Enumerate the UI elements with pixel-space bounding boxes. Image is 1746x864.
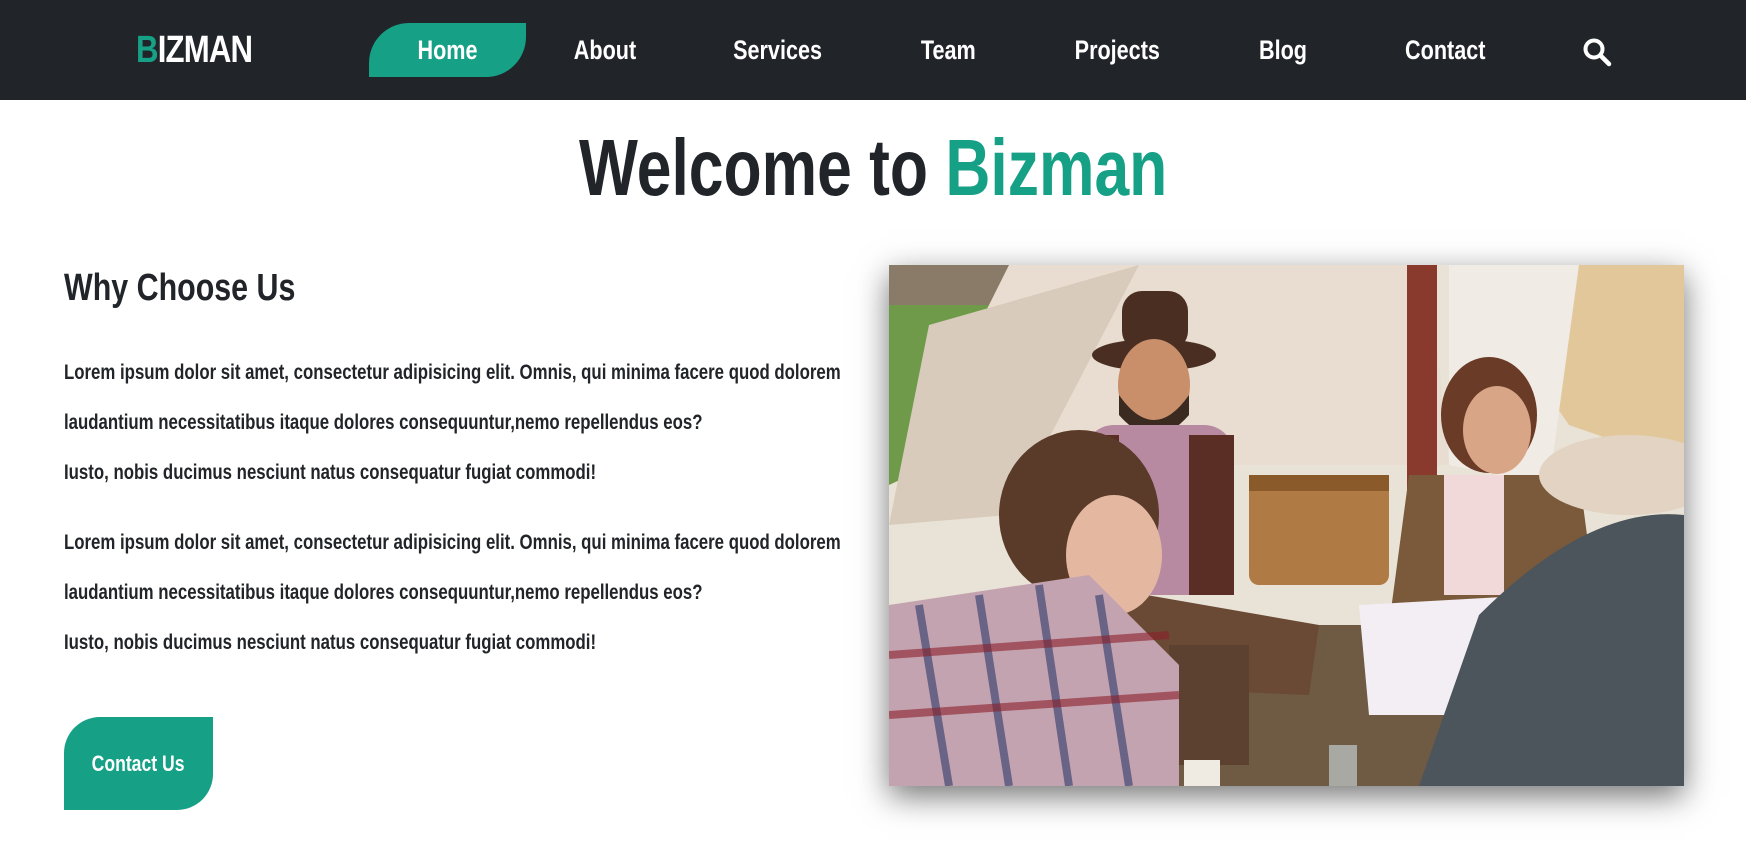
nav-projects[interactable]: Projects (1060, 23, 1174, 77)
search-icon[interactable] (1582, 37, 1612, 67)
contact-us-label: Contact Us (92, 750, 185, 776)
nav-about[interactable]: About (560, 23, 650, 77)
logo-accent-letter: B (136, 29, 159, 71)
paragraph-line: Lorem ipsum dolor sit amet, consectetur … (64, 361, 841, 384)
paragraph-line: Lorem ipsum dolor sit amet, consectetur … (64, 531, 841, 554)
contact-us-button[interactable]: Contact Us (64, 717, 213, 810)
nav-blog[interactable]: Blog (1250, 23, 1316, 77)
nav-services[interactable]: Services (720, 23, 836, 77)
nav-projects-label: Projects (1074, 34, 1160, 65)
photo-illustration (889, 265, 1684, 786)
nav-contact-label: Contact (1404, 34, 1486, 65)
nav-contact[interactable]: Contact (1395, 23, 1495, 77)
section-heading: Why Choose Us (64, 267, 296, 309)
paragraph-line: laudantium necessitatibus itaque dolores… (64, 411, 703, 434)
nav-team[interactable]: Team (910, 23, 986, 77)
page-title: Welcome to Bizman (0, 118, 1746, 218)
nav-about-label: About (573, 34, 637, 65)
nav-blog-label: Blog (1259, 34, 1307, 65)
nav-home[interactable]: Home (369, 23, 526, 77)
title-prefix: Welcome to (578, 123, 946, 212)
nav-team-label: Team (920, 34, 976, 65)
hero-photo (889, 265, 1684, 786)
paragraph-line: Iusto, nobis ducimus nesciunt natus cons… (64, 631, 597, 654)
nav-services-label: Services (733, 34, 823, 65)
paragraph-line: Iusto, nobis ducimus nesciunt natus cons… (64, 461, 597, 484)
paragraph: Lorem ipsum dolor sit amet, consectetur … (64, 518, 864, 668)
paragraph-line: laudantium necessitatibus itaque dolores… (64, 581, 703, 604)
paragraph: Lorem ipsum dolor sit amet, consectetur … (64, 348, 864, 498)
title-brand: Bizman (945, 123, 1168, 212)
logo-text: IZMAN (157, 29, 253, 71)
nav-home-label: Home (417, 34, 478, 65)
navbar: BIZMAN Home About Services Team Projects… (0, 0, 1746, 100)
logo[interactable]: BIZMAN (136, 28, 253, 72)
